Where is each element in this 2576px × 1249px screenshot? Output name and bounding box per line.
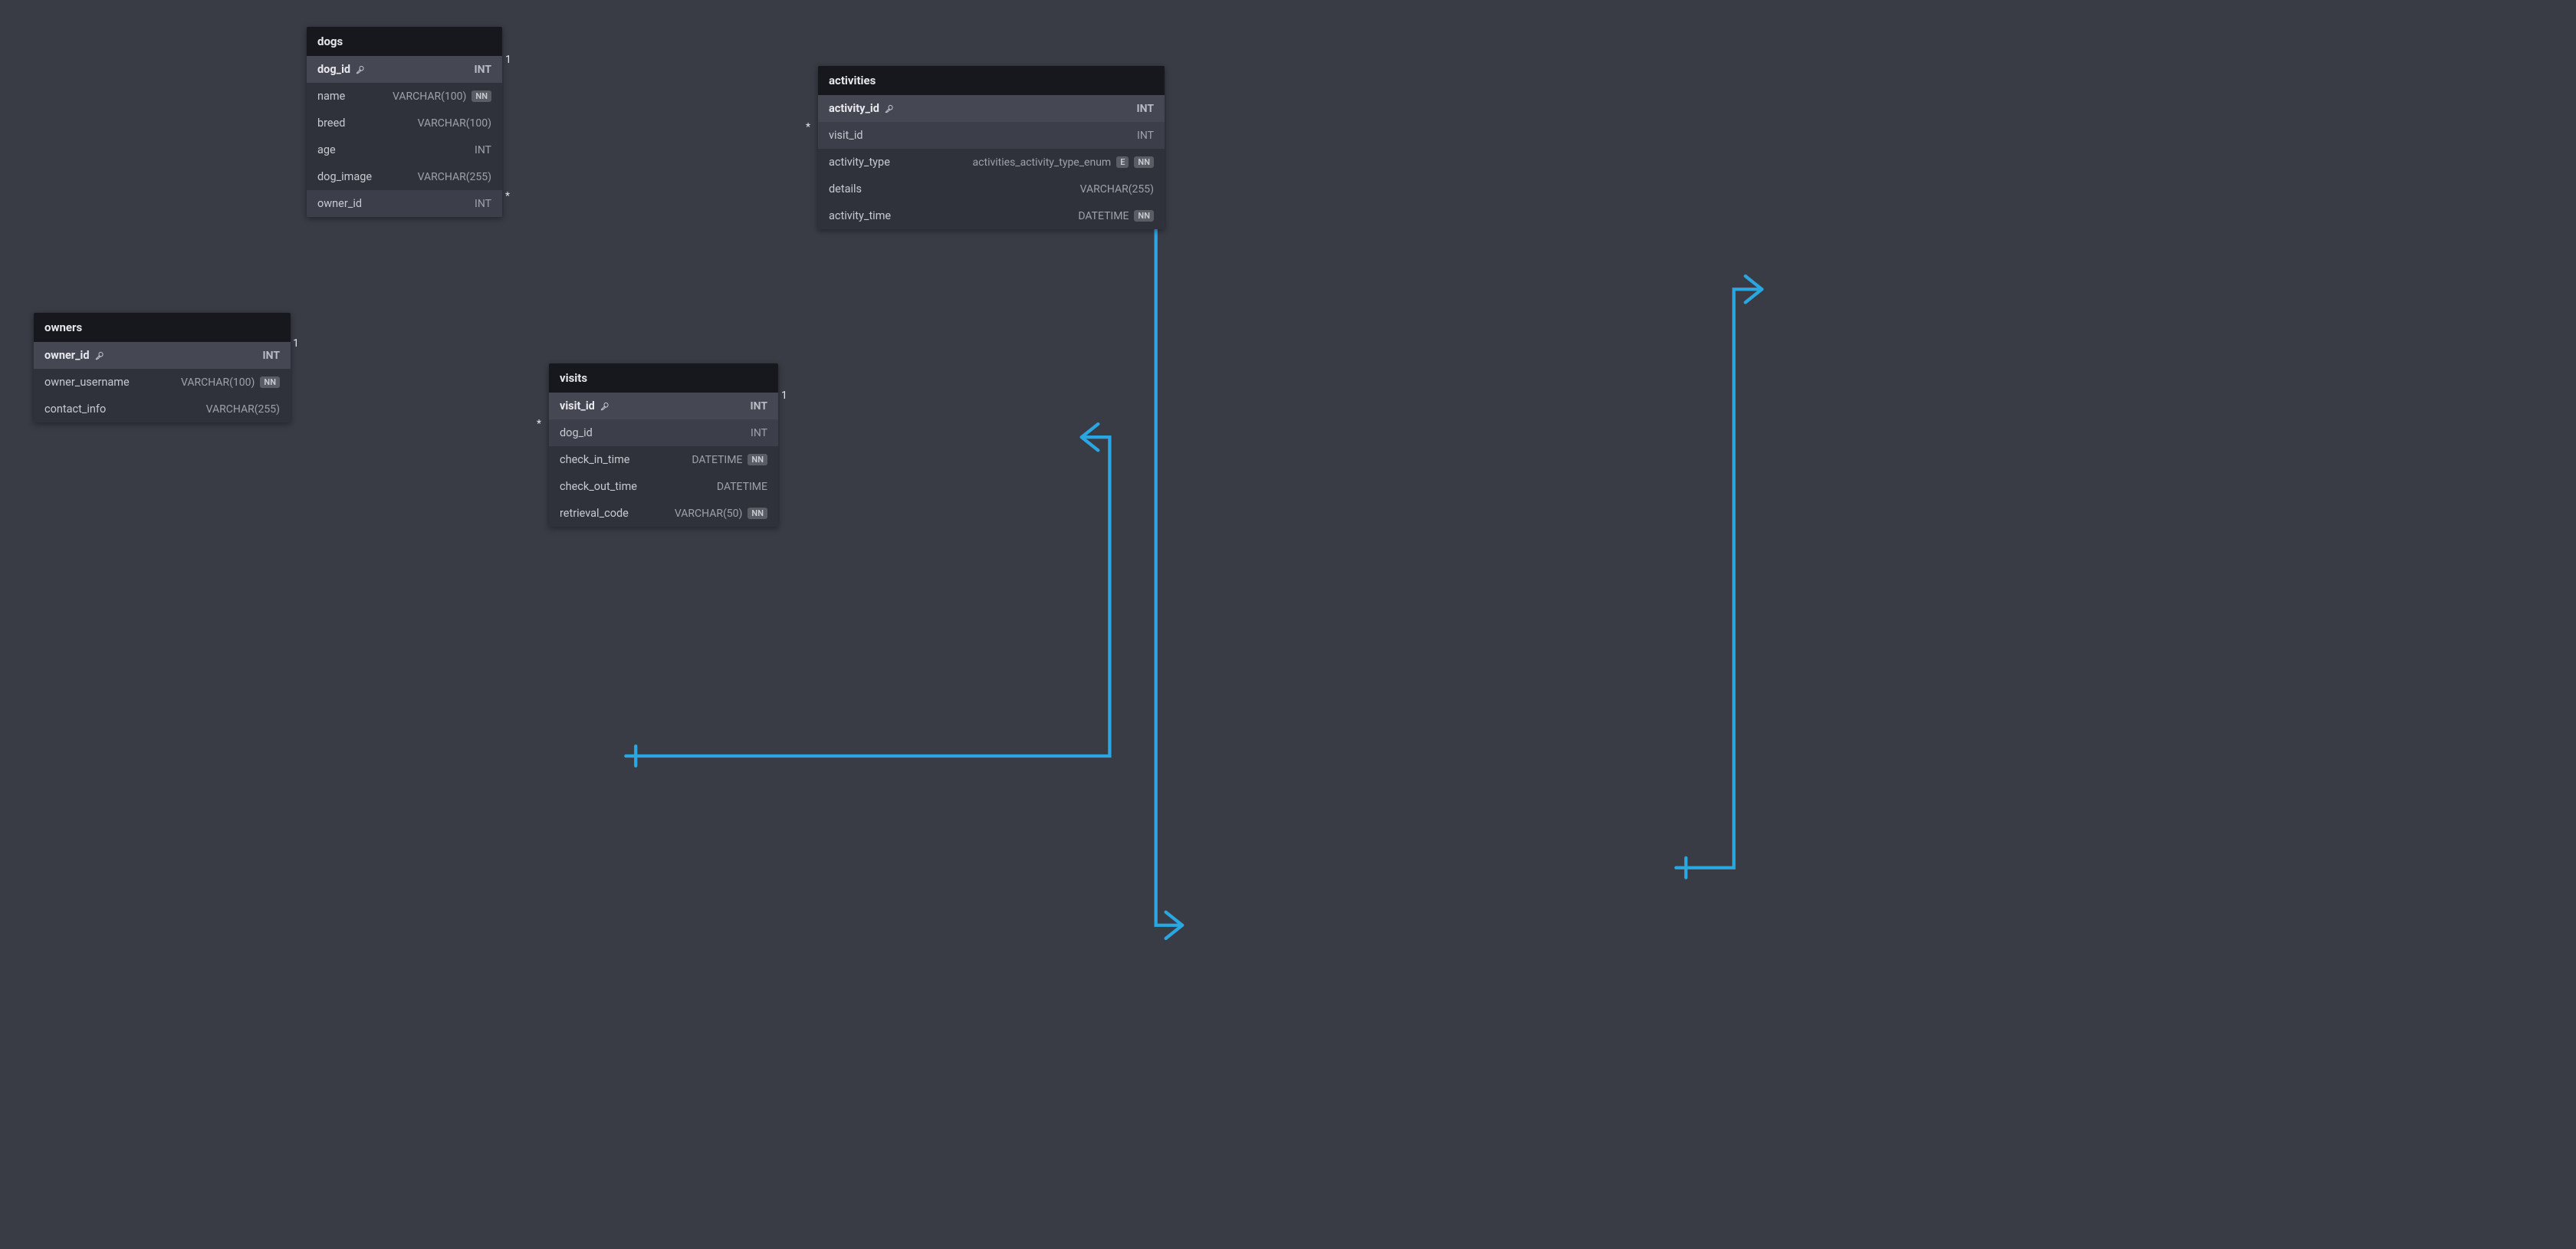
col-activities-activity_id[interactable]: activity_id INT [818,95,1165,122]
col-visits-checkin[interactable]: check_in_time DATETIME NN [549,446,778,473]
col-type: INT [751,427,767,439]
col-type: DATETIME [1078,210,1129,222]
col-name: details [829,182,862,196]
col-owners-username[interactable]: owner_username VARCHAR(100) NN [34,369,291,396]
card-visits-dog-many: * [537,418,541,430]
enum-badge: E [1116,156,1129,168]
col-type: VARCHAR(100) [181,376,255,389]
col-visits-visit_id[interactable]: visit_id INT [549,393,778,419]
col-activities-time[interactable]: activity_time DATETIME NN [818,202,1165,229]
col-type: INT [475,198,491,210]
rel-dogs-visits [1082,146,1182,925]
col-activities-type[interactable]: activity_type activities_activity_type_e… [818,149,1165,176]
key-icon [884,104,895,114]
col-visits-retrieval[interactable]: retrieval_code VARCHAR(50) NN [549,500,778,527]
nn-badge: NN [748,508,767,519]
card-dogs-one: 1 [505,54,511,66]
col-dogs-age[interactable]: age INT [307,136,502,163]
nn-badge: NN [748,454,767,465]
col-type: VARCHAR(255) [1080,183,1154,196]
table-activities[interactable]: activities activity_id INT visit_id INT … [818,66,1165,229]
col-type: INT [263,350,280,362]
card-activities-visit-many: * [806,121,810,133]
col-name: dog_image [317,170,372,183]
col-dogs-dog_id[interactable]: dog_id INT [307,56,502,83]
col-dogs-breed[interactable]: breed VARCHAR(100) [307,110,502,136]
col-type: INT [475,64,491,76]
col-type: DATETIME [717,481,767,493]
col-type: VARCHAR(50) [675,508,743,520]
key-icon [355,64,366,75]
col-name: retrieval_code [560,507,629,520]
table-visits[interactable]: visits visit_id INT dog_id INT check_in_… [549,363,778,527]
col-owners-owner_id[interactable]: owner_id INT [34,342,291,369]
col-name: activity_time [829,209,891,222]
key-icon [600,401,610,412]
nn-badge: NN [1134,210,1154,222]
table-header-visits[interactable]: visits [549,363,778,393]
col-type: INT [475,144,491,156]
col-name: owner_id [44,349,90,362]
card-visits-one: 1 [781,389,787,402]
col-type: activities_activity_type_enum [973,156,1112,169]
col-dogs-name[interactable]: name VARCHAR(100) NN [307,83,502,110]
table-header-owners[interactable]: owners [34,313,291,342]
col-type: VARCHAR(100) [393,90,466,103]
col-type: INT [1137,130,1154,142]
col-type: VARCHAR(255) [206,403,280,416]
col-name: owner_id [317,197,362,210]
col-type: VARCHAR(100) [418,117,491,130]
col-owners-contact[interactable]: contact_info VARCHAR(255) [34,396,291,422]
card-owners-one: 1 [293,337,299,350]
nn-badge: NN [1134,156,1154,168]
col-name: activity_type [829,156,890,169]
col-name: dog_id [560,426,593,439]
col-name: activity_id [829,102,879,115]
nn-badge: NN [260,376,280,388]
col-name: contact_info [44,403,106,416]
col-type: DATETIME [692,454,742,466]
col-name: visit_id [560,399,595,412]
col-type: VARCHAR(255) [418,171,491,183]
card-dogs-owner-many: * [505,190,510,202]
col-name: name [317,90,345,103]
col-name: check_out_time [560,480,637,493]
col-name: visit_id [829,129,863,142]
erd-canvas[interactable]: 1 * 1 * 1 * dogs dog_id INT name VARCHAR… [0,0,2576,1249]
rel-visits-activities [1676,289,1762,867]
col-name: dog_id [317,63,350,76]
col-visits-dog_id[interactable]: dog_id INT [549,419,778,446]
table-header-activities[interactable]: activities [818,66,1165,95]
col-name: breed [317,117,345,130]
col-type: INT [1137,103,1154,115]
table-dogs[interactable]: dogs dog_id INT name VARCHAR(100) NN bre… [307,27,502,217]
col-dogs-dog_image[interactable]: dog_image VARCHAR(255) [307,163,502,190]
col-type: INT [751,400,767,412]
table-owners[interactable]: owners owner_id INT owner_username VARCH… [34,313,291,422]
key-icon [94,350,105,361]
nn-badge: NN [472,90,491,102]
col-activities-details[interactable]: details VARCHAR(255) [818,176,1165,202]
col-name: owner_username [44,376,130,389]
col-name: check_in_time [560,453,630,466]
table-header-dogs[interactable]: dogs [307,27,502,56]
col-name: age [317,143,336,156]
col-activities-visit_id[interactable]: visit_id INT [818,122,1165,149]
col-dogs-owner_id[interactable]: owner_id INT [307,190,502,217]
col-visits-checkout[interactable]: check_out_time DATETIME [549,473,778,500]
